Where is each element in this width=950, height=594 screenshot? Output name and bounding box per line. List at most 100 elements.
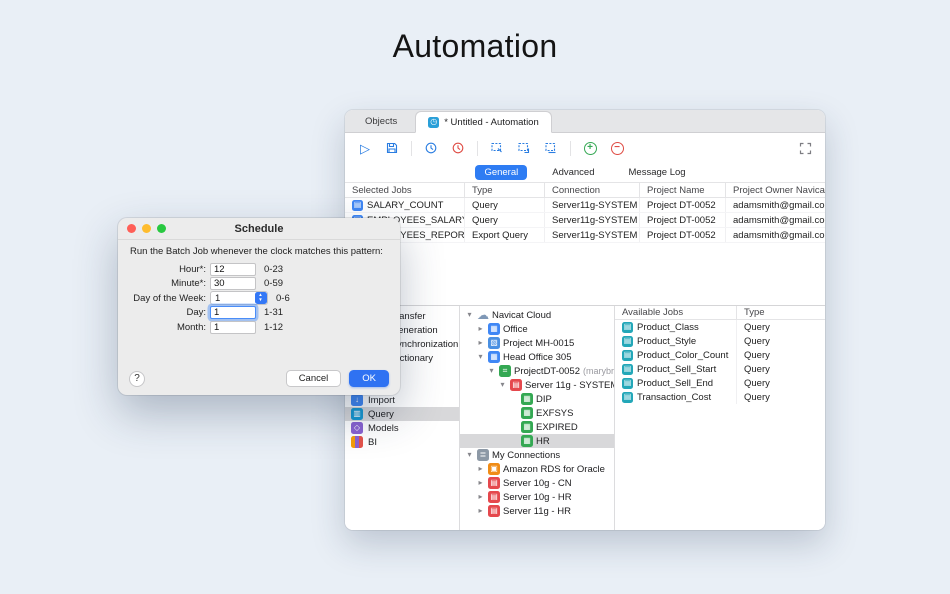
tree-item-label: Server 11g - HR	[503, 505, 571, 517]
tree-item-exfsys[interactable]: EXFSYS	[460, 406, 614, 420]
tree-item-navicat-cloud[interactable]: Navicat Cloud	[460, 308, 614, 322]
ok-button[interactable]: OK	[349, 370, 389, 387]
table-empty-area	[345, 243, 825, 307]
day-range: 1-31	[264, 307, 284, 319]
page-title: Automation	[392, 28, 558, 64]
job-type: Query	[465, 213, 545, 227]
day-input[interactable]	[210, 306, 256, 320]
available-job-name: Transaction_Cost	[637, 391, 712, 403]
invert-selection-button[interactable]	[543, 140, 559, 156]
tree-item-dip[interactable]: DIP	[460, 392, 614, 406]
job-project: Project DT-0052	[640, 213, 726, 227]
tree-item-office[interactable]: Office	[460, 322, 614, 336]
minus-circle-icon: −	[610, 141, 624, 155]
tab-message-log[interactable]: Message Log	[620, 165, 695, 180]
tree-item-server-10g-cn[interactable]: Server 10g - CN	[460, 476, 614, 490]
tree-item-label: Project MH-0015	[503, 337, 575, 349]
delete-schedule-button[interactable]	[450, 140, 466, 156]
chevron-right-icon[interactable]	[476, 479, 485, 487]
weekday-field-row: Day of the Week: 1 ▲ ▼ 0-6	[118, 291, 400, 306]
office-icon	[488, 323, 500, 335]
database-icon	[488, 477, 500, 489]
run-button[interactable]: ▷	[357, 140, 373, 156]
chevron-right-icon[interactable]	[476, 493, 485, 501]
cloud-icon	[477, 309, 489, 321]
list-item[interactable]: Product_Sell_Start Query	[615, 362, 825, 376]
tree-item-server-10g-hr[interactable]: Server 10g - HR	[460, 490, 614, 504]
zoom-button[interactable]	[157, 224, 166, 233]
minimize-button[interactable]	[142, 224, 151, 233]
table-row[interactable]: EMPLOYEES_SALARY Query Server11g-SYSTEM …	[345, 213, 825, 228]
job-type-label: Import	[368, 394, 395, 406]
column-header-owner: Project Owner Navicat ID	[733, 184, 825, 196]
chevron-right-icon[interactable]	[476, 465, 485, 473]
list-item[interactable]: Transaction_Cost Query	[615, 390, 825, 404]
tree-item-label: Head Office 305	[503, 351, 572, 363]
save-icon	[386, 142, 398, 154]
tree-item-label: Server 11g - SYSTEM	[525, 379, 615, 391]
chevron-down-icon[interactable]	[487, 367, 496, 375]
connections-icon	[477, 449, 489, 461]
hour-input[interactable]	[210, 262, 256, 276]
set-schedule-button[interactable]	[423, 140, 439, 156]
tree-item-amazon-rds-for-oracle[interactable]: Amazon RDS for Oracle	[460, 462, 614, 476]
list-item[interactable]: Product_Color_Count Query	[615, 348, 825, 362]
schema-icon	[521, 435, 533, 447]
available-job-type: Query	[744, 349, 770, 361]
list-item[interactable]: Product_Sell_End Query	[615, 376, 825, 390]
deselect-jobs-button[interactable]	[516, 140, 532, 156]
tab-general[interactable]: General	[475, 165, 528, 180]
table-row[interactable]: SALARY_COUNT Query Server11g-SYSTEM Proj…	[345, 198, 825, 213]
models-icon	[351, 422, 363, 434]
job-type-import[interactable]: Import	[345, 393, 459, 407]
chevron-down-icon[interactable]	[465, 451, 474, 459]
tree-item-server-11g-hr[interactable]: Server 11g - HR	[460, 504, 614, 518]
chevron-right-icon[interactable]	[476, 339, 485, 347]
tree-item-my-connections[interactable]: My Connections	[460, 448, 614, 462]
selection-box-icon	[545, 142, 556, 154]
chevron-right-icon[interactable]	[476, 325, 485, 333]
tree-item-expired[interactable]: EXPIRED	[460, 420, 614, 434]
save-button[interactable]	[384, 140, 400, 156]
chevron-down-icon[interactable]	[498, 381, 507, 389]
available-job-name: Product_Style	[637, 335, 697, 347]
list-item[interactable]: Product_Class Query	[615, 320, 825, 334]
job-type-models[interactable]: Models	[345, 421, 459, 435]
job-type-bi[interactable]: BI	[345, 435, 459, 449]
tree-item-server-11g-system[interactable]: Server 11g - SYSTEM	[460, 378, 614, 392]
column-header-available-jobs: Available Jobs	[615, 306, 737, 319]
schedule-dialog: Schedule Run the Batch Job whenever the …	[118, 218, 400, 395]
help-button[interactable]: ?	[129, 370, 145, 387]
list-item[interactable]: Product_Style Query	[615, 334, 825, 348]
minute-input[interactable]	[210, 277, 256, 291]
close-button[interactable]	[127, 224, 136, 233]
chevron-right-icon[interactable]	[476, 507, 485, 515]
tab-untitled-automation[interactable]: * Untitled - Automation	[415, 111, 552, 133]
selected-jobs-header: Selected Jobs Type Connection Project Na…	[345, 182, 825, 198]
chevron-down-icon[interactable]	[476, 353, 485, 361]
chevron-down-icon[interactable]	[465, 311, 474, 319]
query-icon	[351, 408, 363, 420]
tree-item-hr[interactable]: HR	[460, 434, 614, 448]
select-jobs-button[interactable]	[489, 140, 505, 156]
hour-field-row: Hour*: 0-23	[118, 262, 400, 276]
add-job-button[interactable]: +	[582, 140, 598, 156]
tree-item-projectdt-0052[interactable]: ProjectDT-0052(marybrown...	[460, 364, 614, 378]
tab-advanced[interactable]: Advanced	[543, 165, 603, 180]
amazon-rds-icon	[488, 463, 500, 475]
tab-untitled-label: * Untitled - Automation	[444, 116, 539, 128]
month-range: 1-12	[264, 321, 284, 333]
column-header-selected-jobs: Selected Jobs	[345, 183, 465, 197]
tree-item-head-office-305[interactable]: Head Office 305	[460, 350, 614, 364]
job-type-query[interactable]: Query	[345, 407, 459, 421]
tab-objects[interactable]: Objects	[347, 110, 415, 132]
remove-job-button[interactable]: −	[609, 140, 625, 156]
tree-item-project-mh-0015[interactable]: Project MH-0015	[460, 336, 614, 350]
dialog-buttons: ? Cancel OK	[129, 370, 389, 387]
day-of-week-select[interactable]: 1 ▲ ▼	[210, 291, 268, 306]
table-row[interactable]: EMPLOYEES_REPORT Export Query Server11g-…	[345, 228, 825, 243]
month-input[interactable]	[210, 320, 256, 334]
fullscreen-button[interactable]	[797, 140, 813, 156]
project-icon	[499, 365, 511, 377]
cancel-button[interactable]: Cancel	[285, 370, 342, 387]
